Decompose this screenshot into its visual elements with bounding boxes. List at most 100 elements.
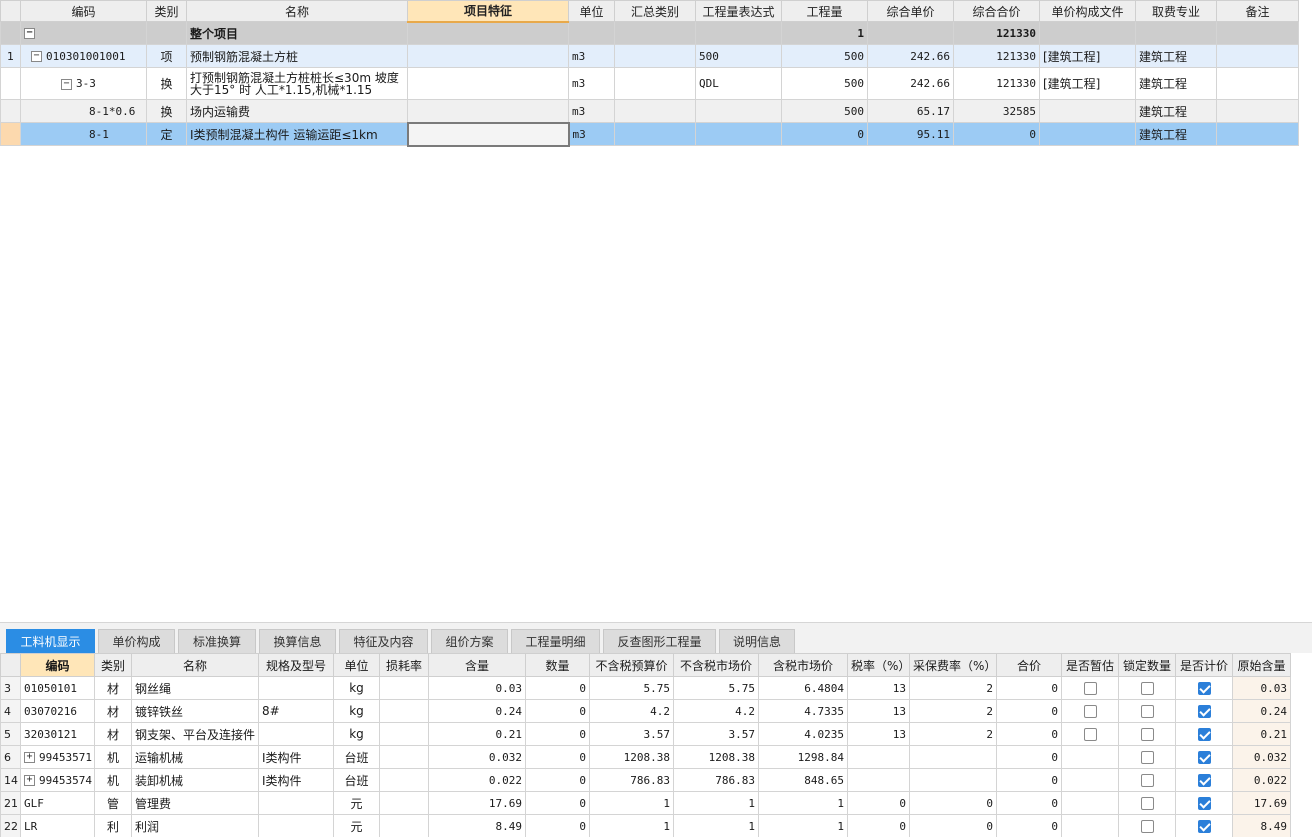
lock-quantity-cell[interactable] <box>1118 745 1176 769</box>
resource-unit[interactable]: kg <box>333 699 380 723</box>
resource-amount[interactable]: 0 <box>525 676 590 700</box>
rh-unit[interactable]: 单位 <box>333 653 380 677</box>
item-total[interactable]: 121330 <box>953 67 1040 100</box>
table-row[interactable]: 4 03070216 材镀锌铁丝 8# kg 0.24 0 4.2 4.2 4.7335 13 2 0 0… <box>0 699 1291 723</box>
resource-tax-market-price[interactable]: 848.65 <box>758 768 848 792</box>
rh-spec[interactable]: 规格及型号 <box>258 653 334 677</box>
tab-description-info[interactable]: 说明信息 <box>719 629 795 654</box>
item-name[interactable]: 预制钢筋混凝土方桩 <box>186 44 408 68</box>
tab-unit-price-composition[interactable]: 单价构成 <box>98 629 175 654</box>
resource-code-cell[interactable]: LR <box>20 814 95 837</box>
rh-pre-tax-budget-price[interactable]: 不含税预算价 <box>589 653 674 677</box>
resource-content[interactable]: 0.21 <box>428 722 526 746</box>
header-summary-type[interactable]: 汇总类别 <box>614 0 696 22</box>
rh-amount[interactable]: 数量 <box>525 653 590 677</box>
resource-amount[interactable]: 0 <box>525 768 590 792</box>
tab-labor-material-machine[interactable]: 工料机显示 <box>6 629 95 654</box>
resource-tax-market-price[interactable]: 4.0235 <box>758 722 848 746</box>
resource-amount[interactable]: 0 <box>525 745 590 769</box>
item-price-file[interactable] <box>1039 122 1136 146</box>
rh-estimated[interactable]: 是否暂估 <box>1061 653 1119 677</box>
resource-code-cell[interactable]: 03070216 <box>20 699 95 723</box>
rh-total[interactable]: 合价 <box>996 653 1062 677</box>
resource-fee-rate[interactable] <box>909 768 997 792</box>
item-total[interactable]: 32585 <box>953 99 1040 123</box>
table-row-selected[interactable]: 8-1 定 Ⅰ类预制混凝土构件 运输运距≤1km m3 0 95.11 0 建筑… <box>0 121 1299 147</box>
item-unit-price[interactable]: 242.66 <box>867 67 954 100</box>
rh-tax-market-price[interactable]: 含税市场价 <box>758 653 848 677</box>
priced-cell[interactable] <box>1175 791 1233 815</box>
lock-quantity-cell[interactable] <box>1118 722 1176 746</box>
item-qty[interactable]: 500 <box>781 44 868 68</box>
resource-content[interactable]: 0.032 <box>428 745 526 769</box>
resource-tax-market-price[interactable]: 6.4804 <box>758 676 848 700</box>
lock-quantity-cell[interactable] <box>1118 768 1176 792</box>
tab-quantity-detail[interactable]: 工程量明细 <box>511 629 600 654</box>
resource-name[interactable]: 镀锌铁丝 <box>131 699 259 723</box>
code-cell[interactable]: −3-3 <box>20 67 147 100</box>
resource-amount[interactable]: 0 <box>525 699 590 723</box>
estimated-checkbox[interactable] <box>1083 728 1097 741</box>
header-unit[interactable]: 单位 <box>568 0 615 22</box>
expand-icon[interactable]: + <box>24 775 35 786</box>
resource-code-cell[interactable]: 32030121 <box>20 722 95 746</box>
resource-fee-rate[interactable]: 0 <box>909 814 997 837</box>
resource-code-cell[interactable]: 01050101 <box>20 676 95 700</box>
item-feature-active-cell[interactable] <box>406 121 570 147</box>
rh-fee-rate[interactable]: 采保费率（%） <box>909 653 997 677</box>
tab-standard-conversion[interactable]: 标准换算 <box>178 629 256 654</box>
resource-tax-rate[interactable]: 13 <box>847 722 910 746</box>
item-unit[interactable]: m3 <box>568 122 615 146</box>
item-feature[interactable] <box>407 67 569 100</box>
resource-loss-rate[interactable] <box>379 768 429 792</box>
resource-name[interactable]: 装卸机械 <box>131 768 259 792</box>
resource-tax-rate[interactable]: 13 <box>847 699 910 723</box>
lock-quantity-cell[interactable] <box>1118 676 1176 700</box>
item-summary[interactable] <box>614 44 696 68</box>
item-qty[interactable]: 500 <box>781 67 868 100</box>
item-price-file[interactable]: [建筑工程] <box>1039 67 1136 100</box>
resource-fee-rate[interactable]: 2 <box>909 722 997 746</box>
resource-spec[interactable] <box>258 676 334 700</box>
header-total-price[interactable]: 综合合价 <box>953 0 1040 22</box>
item-type[interactable]: 换 <box>146 99 187 123</box>
priced-checkbox[interactable] <box>1197 797 1211 810</box>
resource-unit[interactable]: 台班 <box>333 768 380 792</box>
header-quantity-expression[interactable]: 工程量表达式 <box>695 0 782 22</box>
resource-content[interactable]: 17.69 <box>428 791 526 815</box>
resource-type[interactable]: 机 <box>94 745 132 769</box>
lock-quantity-checkbox[interactable] <box>1140 751 1154 764</box>
priced-checkbox[interactable] <box>1197 751 1211 764</box>
item-summary[interactable] <box>614 99 696 123</box>
item-qty[interactable]: 500 <box>781 99 868 123</box>
resource-type[interactable]: 利 <box>94 814 132 837</box>
resource-unit[interactable]: 元 <box>333 814 380 837</box>
resource-unit[interactable]: 台班 <box>333 745 380 769</box>
priced-checkbox[interactable] <box>1197 774 1211 787</box>
collapse-icon[interactable]: − <box>61 78 72 90</box>
resource-loss-rate[interactable] <box>379 814 429 837</box>
item-total[interactable]: 121330 <box>953 44 1040 68</box>
tab-pricing-scheme[interactable]: 组价方案 <box>431 629 508 654</box>
item-total[interactable]: 0 <box>953 122 1040 146</box>
rh-priced[interactable]: 是否计价 <box>1175 653 1233 677</box>
item-feature[interactable] <box>407 99 569 123</box>
lock-quantity-cell[interactable] <box>1118 791 1176 815</box>
rh-original-content[interactable]: 原始含量 <box>1232 653 1291 677</box>
resource-content[interactable]: 0.022 <box>428 768 526 792</box>
expand-icon[interactable]: + <box>24 752 35 763</box>
item-name[interactable]: Ⅰ类预制混凝土构件 运输运距≤1km <box>186 122 408 146</box>
item-type[interactable]: 定 <box>146 122 187 146</box>
resource-loss-rate[interactable] <box>379 676 429 700</box>
item-unit[interactable]: m3 <box>568 44 615 68</box>
resource-spec[interactable]: Ⅰ类构件 <box>258 745 334 769</box>
resource-spec[interactable] <box>258 814 334 837</box>
priced-checkbox[interactable] <box>1197 820 1211 833</box>
resource-tax-market-price[interactable]: 4.7335 <box>758 699 848 723</box>
resource-code-cell[interactable]: +99453571 <box>20 745 95 769</box>
header-type[interactable]: 类别 <box>146 0 187 22</box>
item-specialty[interactable]: 建筑工程 <box>1135 122 1217 146</box>
header-fee-specialty[interactable]: 取费专业 <box>1135 0 1217 22</box>
priced-cell[interactable] <box>1175 676 1233 700</box>
estimated-cell[interactable] <box>1061 676 1119 700</box>
